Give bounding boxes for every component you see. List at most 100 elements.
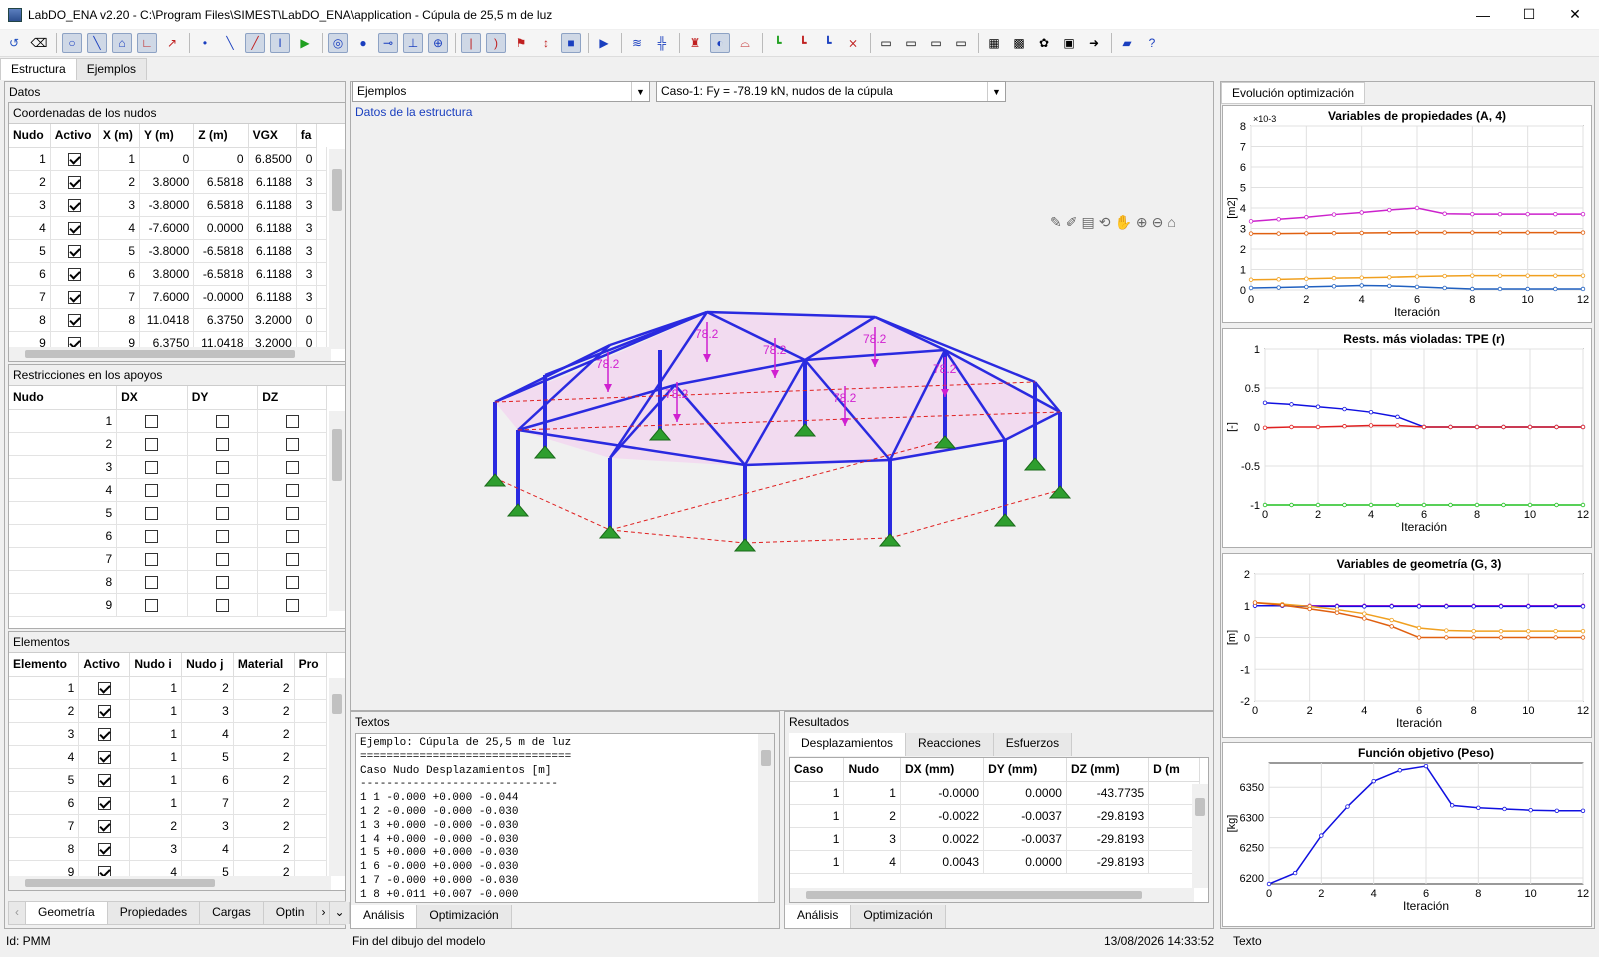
coord-cell[interactable]: 3 bbox=[296, 170, 318, 194]
minimize-button[interactable]: — bbox=[1460, 0, 1506, 29]
tab-estructura[interactable]: Estructura bbox=[0, 58, 77, 80]
coord-cell[interactable]: 6.1188 bbox=[248, 262, 297, 286]
tabs-next-icon[interactable]: › bbox=[317, 902, 331, 924]
table-row[interactable]: 5 5 -3.8000 -6.5818 6.1188 3 bbox=[9, 239, 327, 263]
elem-cell[interactable]: 2 bbox=[181, 676, 234, 700]
coords-header[interactable]: Activo bbox=[50, 124, 99, 148]
rotate-icon[interactable]: ⟲ bbox=[1099, 214, 1111, 231]
coord-cell[interactable]: 5 bbox=[98, 239, 141, 263]
results-hscroll[interactable] bbox=[790, 888, 1194, 902]
node-cell[interactable]: 1 bbox=[9, 409, 118, 433]
home-icon[interactable]: ⌂ bbox=[1167, 214, 1175, 231]
active-checkbox[interactable] bbox=[50, 262, 99, 286]
coord-cell[interactable]: 3.8000 bbox=[139, 170, 195, 194]
table-row[interactable]: 1122 bbox=[9, 676, 328, 700]
elem-cell[interactable]: 7 bbox=[181, 791, 234, 815]
coord-cell[interactable]: 6.1188 bbox=[248, 193, 297, 217]
table-row[interactable]: 1 1 0 0 6.8500 0 bbox=[9, 147, 327, 171]
coord-cell[interactable]: -6.5818 bbox=[193, 239, 249, 263]
coord-cell[interactable]: 8 bbox=[98, 308, 141, 332]
table-row[interactable]: 6 bbox=[9, 524, 327, 548]
bar-add-icon[interactable]: ╲ bbox=[220, 33, 240, 53]
active-checkbox[interactable] bbox=[78, 699, 131, 723]
restr-header[interactable]: DY bbox=[187, 386, 259, 410]
elem-cell[interactable]: 1 bbox=[129, 768, 183, 792]
table-row[interactable]: 1 2 -0.0022 -0.0037 -29.8193 bbox=[790, 804, 1200, 828]
elem-cell[interactable]: 1 bbox=[129, 745, 183, 769]
restraint-checkbox[interactable] bbox=[187, 524, 259, 548]
coord-cell[interactable]: -3.8000 bbox=[139, 239, 195, 263]
elem-cell[interactable]: 6 bbox=[9, 791, 80, 815]
node-cell[interactable]: 4 bbox=[9, 478, 118, 502]
table-row[interactable]: 6 6 3.8000 -6.5818 6.1188 3 bbox=[9, 262, 327, 286]
brush-icon[interactable]: ✐ bbox=[1066, 214, 1078, 231]
coord-cell[interactable]: 0 bbox=[296, 147, 318, 171]
structure-3d-model[interactable]: 78.2 78.2 78.2 78.2 78.2 78.2 78.2 bbox=[480, 300, 1100, 570]
table-row[interactable]: 3 142 bbox=[9, 722, 328, 746]
elem-cell[interactable]: 2 bbox=[129, 814, 183, 838]
restraint-checkbox[interactable] bbox=[257, 455, 327, 479]
support-tool-icon[interactable]: ⌂ bbox=[112, 33, 132, 53]
restraint-checkbox[interactable] bbox=[187, 593, 259, 617]
pan-icon[interactable]: ✋ bbox=[1114, 214, 1131, 231]
table-row[interactable]: 9 bbox=[9, 593, 327, 617]
table-row[interactable]: 1 3 0.0022 -0.0037 -29.8193 bbox=[790, 827, 1200, 851]
result-cell[interactable]: 1 bbox=[843, 781, 901, 805]
table-row[interactable]: 8 bbox=[9, 570, 327, 594]
result-cell[interactable]: 1 bbox=[790, 827, 845, 851]
restraint-checkbox[interactable] bbox=[257, 524, 327, 548]
run-icon[interactable]: ▶ bbox=[295, 33, 315, 53]
zoom-out-icon[interactable]: ⊖ bbox=[1152, 214, 1164, 231]
restr-vscroll[interactable] bbox=[329, 411, 345, 611]
node-cell[interactable]: 8 bbox=[9, 308, 51, 332]
node-cell[interactable]: 2 bbox=[9, 432, 118, 456]
restraint-checkbox[interactable] bbox=[116, 455, 188, 479]
extra-cell[interactable] bbox=[316, 193, 327, 217]
restraint-checkbox[interactable] bbox=[116, 570, 188, 594]
extra-cell[interactable] bbox=[294, 768, 328, 792]
elem-vscroll[interactable] bbox=[329, 678, 345, 876]
elem-cell[interactable]: 5 bbox=[181, 745, 234, 769]
table-row[interactable]: 2 2 3.8000 6.5818 6.1188 3 bbox=[9, 170, 327, 194]
restraint-checkbox[interactable] bbox=[187, 432, 259, 456]
tab-propiedades[interactable]: Propiedades bbox=[107, 902, 201, 924]
table-row[interactable]: 7 232 bbox=[9, 814, 328, 838]
coord-cell[interactable]: 6.1188 bbox=[248, 216, 297, 240]
chart-restricciones[interactable]: Rests. más violadas: TPE (r)-1-0.500.510… bbox=[1222, 328, 1592, 548]
elem-cell[interactable]: 1 bbox=[129, 676, 183, 700]
constraint-icon[interactable]: ╬ bbox=[652, 33, 672, 53]
table-row[interactable]: 4 4 -7.6000 0.0000 6.1188 3 bbox=[9, 216, 327, 240]
extra-cell[interactable] bbox=[316, 147, 327, 171]
elem-cell[interactable]: 3 bbox=[181, 699, 234, 723]
elem-cell[interactable]: 3 bbox=[129, 837, 183, 861]
coords-header[interactable]: Nudo bbox=[9, 124, 51, 148]
elem-header[interactable]: Pro bbox=[294, 653, 328, 677]
restraint-checkbox[interactable] bbox=[257, 593, 327, 617]
coord-cell[interactable]: 3 bbox=[98, 193, 141, 217]
restraint-checkbox[interactable] bbox=[116, 501, 188, 525]
elem-cell[interactable]: 5 bbox=[9, 768, 80, 792]
datatip-icon[interactable]: ▤ bbox=[1081, 214, 1094, 231]
active-checkbox[interactable] bbox=[50, 216, 99, 240]
layout-2-icon[interactable]: ▭ bbox=[901, 33, 921, 53]
elem-cell[interactable]: 4 bbox=[181, 722, 234, 746]
active-checkbox[interactable] bbox=[50, 147, 99, 171]
active-checkbox[interactable] bbox=[50, 193, 99, 217]
restr-header[interactable]: DX bbox=[116, 386, 188, 410]
restraint-checkbox[interactable] bbox=[187, 547, 259, 571]
node-cell[interactable]: 3 bbox=[9, 455, 118, 479]
restraint-checkbox[interactable] bbox=[116, 432, 188, 456]
elem-cell[interactable]: 7 bbox=[9, 814, 80, 838]
view-node-icon[interactable]: ◎ bbox=[328, 33, 348, 53]
extra-cell[interactable] bbox=[294, 814, 328, 838]
coord-cell[interactable]: 2 bbox=[98, 170, 141, 194]
view-dim-icon[interactable]: ↕ bbox=[536, 33, 556, 53]
restraint-checkbox[interactable] bbox=[116, 524, 188, 548]
tab-evolucion[interactable]: Evolución optimización bbox=[1221, 82, 1366, 104]
coord-cell[interactable]: -3.8000 bbox=[139, 193, 195, 217]
restr-header[interactable]: Nudo bbox=[9, 386, 118, 410]
active-checkbox[interactable] bbox=[78, 791, 131, 815]
node-cell[interactable]: 5 bbox=[9, 501, 118, 525]
table-row[interactable]: 2132 bbox=[9, 699, 328, 723]
elem-cell[interactable]: 2 bbox=[233, 699, 295, 723]
